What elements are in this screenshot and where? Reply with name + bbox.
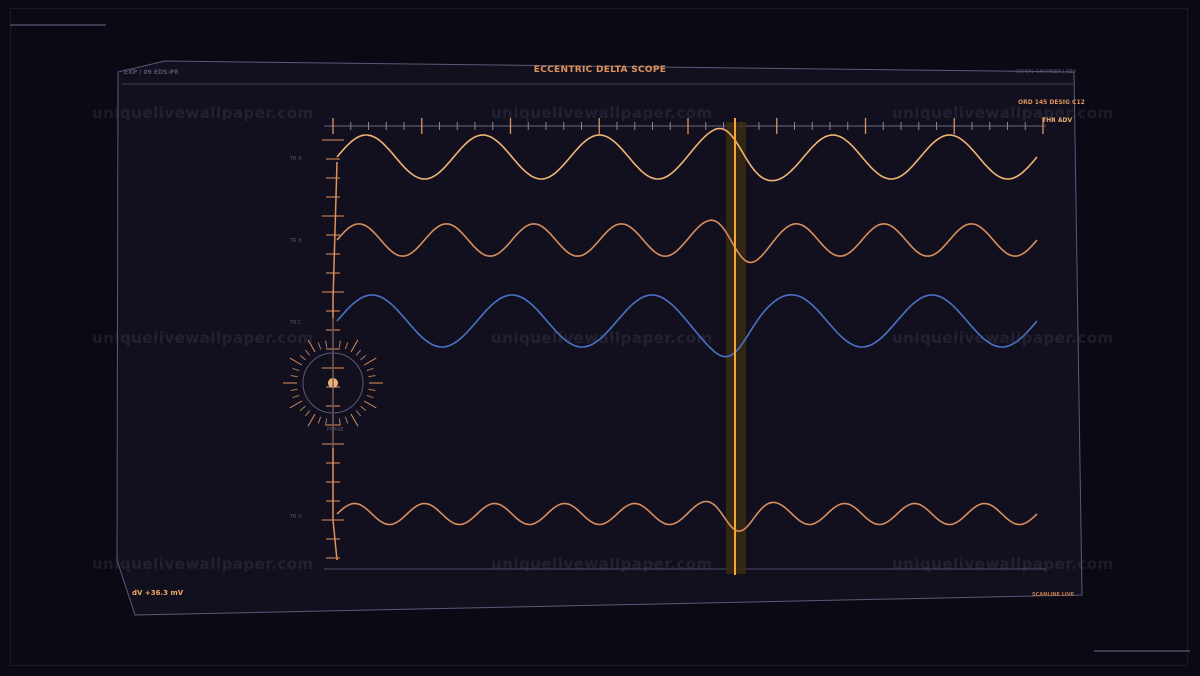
watermark: uniquelivewallpaper.com [92, 555, 314, 573]
voltage-readout: dV +36.3 mV [132, 589, 184, 597]
scope-title: ECCENTRIC DELTA SCOPE [533, 65, 667, 75]
watermark: uniquelivewallpaper.com [892, 329, 1114, 347]
watermark: uniquelivewallpaper.com [892, 104, 1114, 122]
trace-label: TR B [290, 238, 302, 244]
watermark: uniquelivewallpaper.com [892, 555, 1114, 573]
header-right-code: SIGNAL CHAMBER | REV [1016, 69, 1077, 75]
trace-label: TR D [290, 514, 302, 520]
dial-label: PHASE [327, 427, 344, 433]
watermark: uniquelivewallpaper.com [491, 104, 713, 122]
trace-label: TR A [290, 156, 302, 162]
watermark: uniquelivewallpaper.com [92, 104, 314, 122]
header-left-code: EXP / 09 EDS-P8 [124, 69, 179, 76]
trace-label: TR C [290, 320, 302, 326]
watermark: uniquelivewallpaper.com [491, 329, 713, 347]
watermark: uniquelivewallpaper.com [92, 329, 314, 347]
status-label: SCANLINE LIVE [1032, 592, 1075, 598]
watermark: uniquelivewallpaper.com [491, 555, 713, 573]
